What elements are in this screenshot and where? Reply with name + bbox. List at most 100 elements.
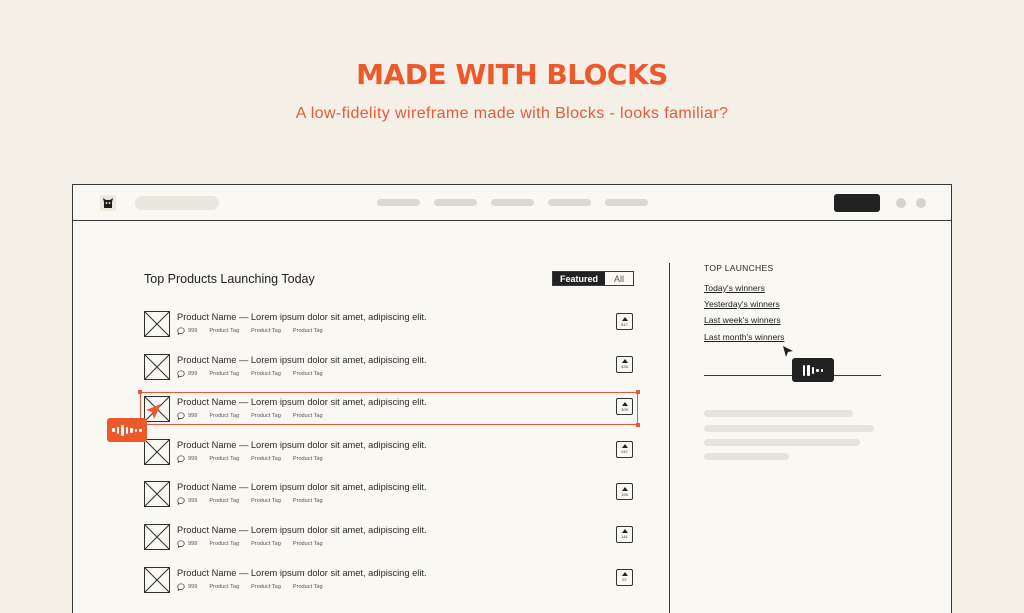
product-row[interactable]: Product Name — Lorem ipsum dolor sit ame… (144, 481, 636, 524)
upvote-button[interactable]: 517 (616, 313, 633, 330)
product-tag[interactable]: Product Tag (209, 328, 239, 334)
product-tag[interactable]: Product Tag (251, 584, 281, 590)
sidebar-link-last-month[interactable]: Last month's winners (704, 329, 784, 345)
hero-title: MADE WITH BLOCKS (356, 58, 668, 91)
product-row[interactable]: Product Name — Lorem ipsum dolor sit ame… (144, 353, 636, 397)
product-title[interactable]: Product Name — Lorem ipsum dolor sit ame… (177, 482, 427, 492)
product-meta: 999 Product Tag Product Tag Product Tag (177, 412, 329, 421)
product-tag[interactable]: Product Tag (293, 584, 323, 590)
upvote-arrow-icon (621, 359, 628, 364)
sidebar-link-last-week[interactable]: Last week's winners (704, 312, 784, 328)
upvote-button[interactable]: 97 (616, 568, 633, 586)
product-title[interactable]: Product Name — Lorem ipsum dolor sit ame… (177, 525, 427, 535)
header-icon-placeholder[interactable] (916, 198, 926, 208)
product-list: Product Name — Lorem ipsum dolor sit ame… (138, 311, 640, 610)
vote-count: 97 (622, 577, 627, 583)
product-title[interactable]: Product Name — Lorem ipsum dolor sit ame… (177, 355, 427, 365)
header-icon-placeholder[interactable] (896, 198, 906, 208)
wireframe-header (73, 185, 951, 221)
product-tag[interactable]: Product Tag (209, 371, 239, 377)
comment-count[interactable]: 999 (177, 497, 198, 506)
product-thumbnail-placeholder-icon (144, 481, 170, 508)
product-tag[interactable]: Product Tag (251, 541, 281, 547)
product-title[interactable]: Product Name — Lorem ipsum dolor sit ame… (177, 397, 427, 407)
upvote-button[interactable]: 309 (616, 398, 633, 416)
sidebar-text-placeholder (704, 453, 789, 460)
upvote-arrow-icon (621, 572, 628, 577)
product-tag[interactable]: Product Tag (293, 371, 323, 377)
vote-count: 247 (621, 449, 628, 455)
comment-count-value: 999 (188, 455, 198, 462)
nav-item-placeholder[interactable] (434, 199, 477, 206)
upvote-button[interactable]: 247 (616, 440, 633, 458)
product-meta: 999 Product Tag Product Tag Product Tag (177, 583, 329, 591)
product-tag[interactable]: Product Tag (209, 456, 239, 462)
product-thumbnail-placeholder-icon (144, 523, 170, 550)
comment-count[interactable]: 999 (177, 327, 197, 335)
product-meta: 999 Product Tag Product Tag Product Tag (177, 540, 329, 548)
product-tag[interactable]: Product Tag (251, 328, 281, 334)
sidebar-link-today[interactable]: Today's winners (704, 280, 784, 296)
product-row[interactable]: Product Name — Lorem ipsum dolor sit ame… (144, 566, 636, 610)
upvote-arrow-icon (621, 316, 628, 321)
upvote-button[interactable]: 193 (616, 483, 633, 501)
sidebar-link-yesterday[interactable]: Yesterday's winners (704, 296, 784, 312)
vote-count: 309 (621, 406, 628, 412)
upvote-button[interactable]: 433 (616, 355, 633, 373)
search-bar-placeholder[interactable] (135, 196, 219, 210)
product-tag[interactable]: Product Tag (251, 456, 281, 462)
product-row[interactable]: Product Name — Lorem ipsum dolor sit ame… (144, 311, 636, 354)
comment-count-value: 999 (188, 498, 198, 505)
product-tag[interactable]: Product Tag (293, 541, 323, 547)
nav-item-placeholder[interactable] (377, 199, 420, 206)
comment-icon (177, 327, 185, 335)
section-title: Top Products Launching Today (144, 272, 315, 286)
nav-item-placeholder[interactable] (605, 199, 648, 206)
nav-item-placeholder[interactable] (491, 199, 534, 206)
header-cta-button[interactable] (834, 194, 880, 212)
cat-logo-icon[interactable] (99, 194, 117, 212)
product-title[interactable]: Product Name — Lorem ipsum dolor sit ame… (177, 568, 427, 578)
product-tag[interactable]: Product Tag (251, 371, 281, 377)
product-row[interactable]: Product Name — Lorem ipsum dolor sit ame… (138, 390, 640, 439)
comment-count[interactable]: 999 (177, 412, 197, 421)
comment-icon (177, 412, 185, 421)
comment-icon (177, 497, 185, 506)
selection-handle[interactable] (138, 390, 142, 395)
upvote-arrow-icon (621, 529, 628, 534)
comment-count[interactable]: 999 (177, 455, 197, 463)
product-thumbnail-placeholder-icon (144, 353, 170, 380)
product-title[interactable]: Product Name — Lorem ipsum dolor sit ame… (177, 312, 427, 322)
comment-count[interactable]: 999 (177, 583, 197, 591)
selection-handle[interactable] (636, 423, 640, 428)
vote-count: 433 (621, 364, 628, 370)
product-tag[interactable]: Product Tag (209, 498, 239, 504)
product-tag[interactable]: Product Tag (251, 413, 281, 419)
product-tag[interactable]: Product Tag (293, 413, 323, 419)
product-tag[interactable]: Product Tag (209, 584, 239, 590)
product-row[interactable]: Product Name — Lorem ipsum dolor sit ame… (144, 523, 636, 567)
product-tag[interactable]: Product Tag (293, 456, 323, 462)
product-thumbnail-placeholder-icon (144, 566, 170, 593)
product-tag[interactable]: Product Tag (209, 541, 239, 547)
toggle-featured[interactable]: Featured (553, 272, 605, 285)
comment-icon (177, 540, 185, 548)
upvote-button[interactable]: 141 (616, 525, 633, 543)
feed-toggle: Featured All (552, 271, 634, 286)
product-row[interactable]: Product Name — Lorem ipsum dolor sit ame… (144, 438, 636, 482)
product-title[interactable]: Product Name — Lorem ipsum dolor sit ame… (177, 440, 427, 450)
product-tag[interactable]: Product Tag (293, 498, 323, 504)
product-meta: 999 Product Tag Product Tag Product Tag (177, 327, 329, 335)
selection-handle[interactable] (636, 390, 640, 395)
comment-count-value: 999 (188, 370, 198, 377)
toggle-all[interactable]: All (605, 272, 633, 285)
nav-item-placeholder[interactable] (548, 199, 591, 206)
product-tag[interactable]: Product Tag (209, 413, 239, 419)
upvote-arrow-icon (621, 444, 628, 449)
voice-badge-dark (792, 358, 834, 382)
comment-count[interactable]: 999 (177, 540, 197, 548)
product-tag[interactable]: Product Tag (251, 498, 281, 504)
upvote-arrow-icon (621, 486, 628, 491)
product-tag[interactable]: Product Tag (293, 328, 323, 334)
comment-count[interactable]: 999 (177, 370, 197, 378)
